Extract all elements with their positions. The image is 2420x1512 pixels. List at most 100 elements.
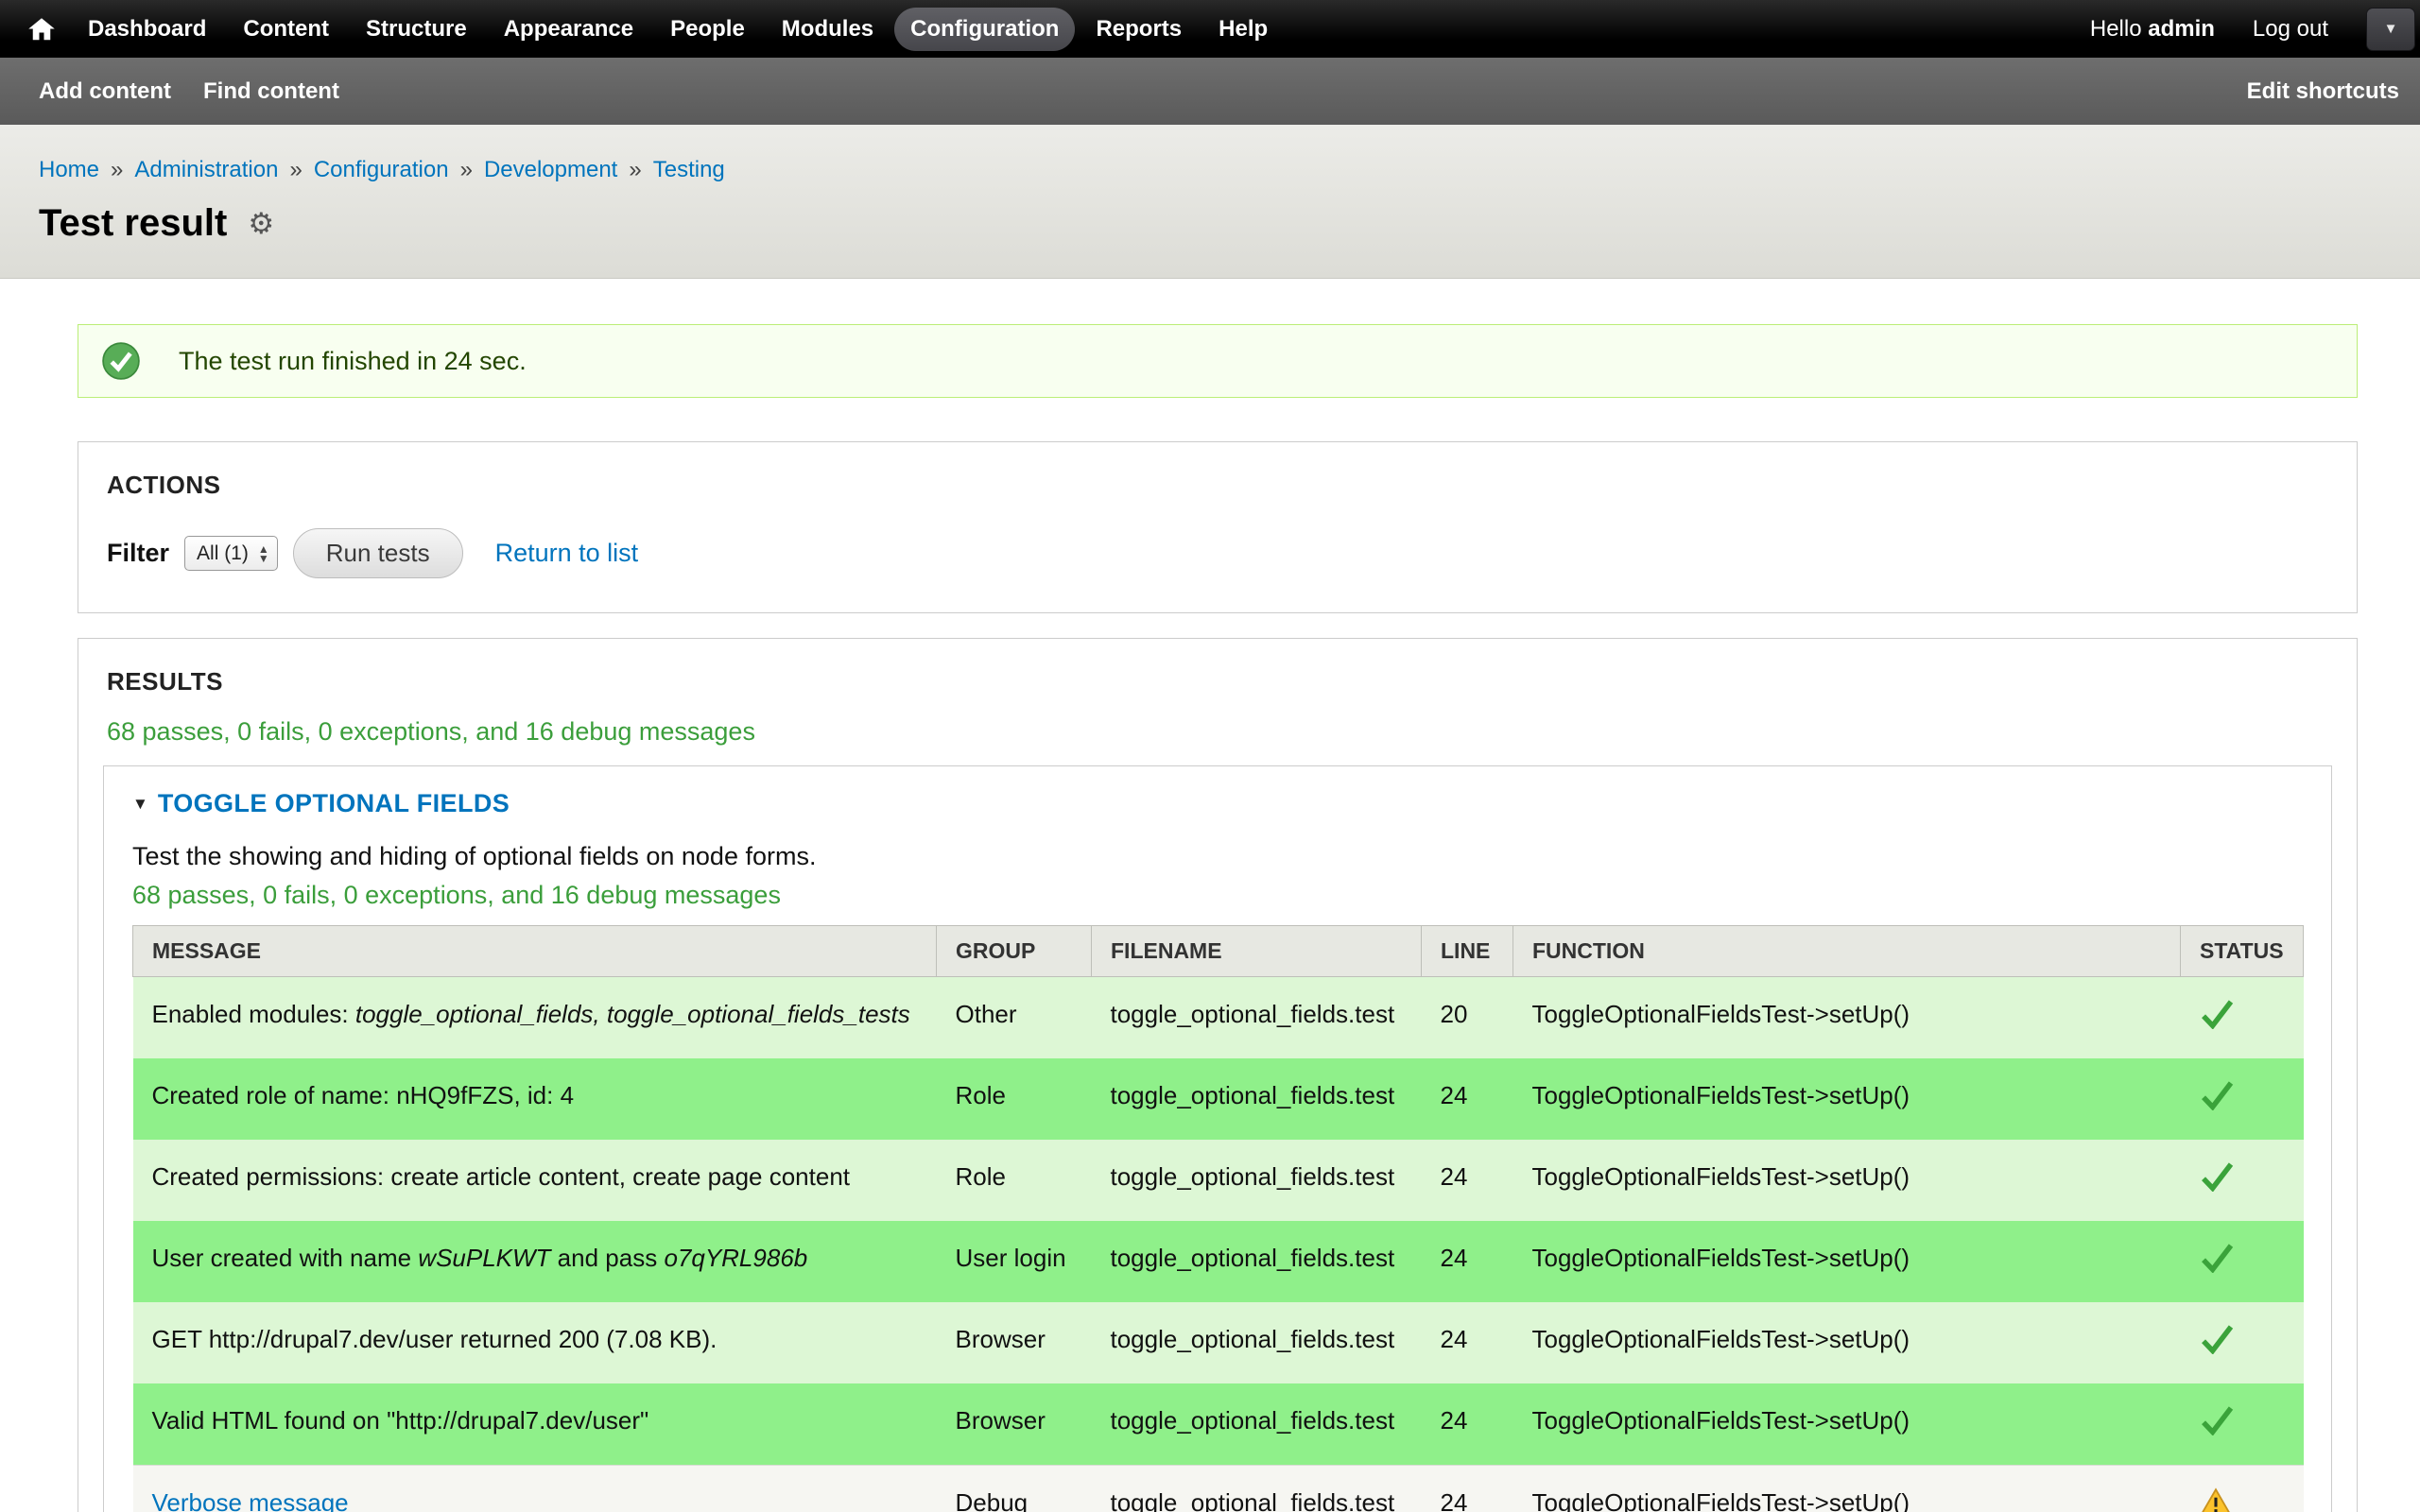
cell-line: 24 (1422, 1058, 1513, 1140)
cell-filename: toggle_optional_fields.test (1092, 1221, 1422, 1302)
verbose-message-link[interactable]: Verbose message (152, 1488, 349, 1512)
actions-legend: ACTIONS (78, 442, 2357, 500)
toolbar-item-configuration[interactable]: Configuration (894, 8, 1075, 51)
toolbar-account-area: Hello admin Log out ▼ (2090, 8, 2420, 51)
status-message-text: The test run finished in 24 sec. (179, 347, 527, 376)
cell-status (2181, 977, 2304, 1059)
toolbar-item-help[interactable]: Help (1202, 8, 1284, 51)
breadcrumb-link-testing[interactable]: Testing (653, 157, 725, 182)
toolbar-item-appearance[interactable]: Appearance (488, 8, 649, 51)
cell-group: Other (937, 977, 1092, 1059)
check-icon (2200, 1324, 2235, 1354)
return-to-list-link[interactable]: Return to list (495, 539, 639, 568)
cell-line: 24 (1422, 1466, 1513, 1512)
cell-filename: toggle_optional_fields.test (1092, 1302, 1422, 1383)
main-content: The test run finished in 24 sec. ACTIONS… (0, 279, 2420, 1512)
cell-line: 24 (1422, 1302, 1513, 1383)
message-emphasis: o7qYRL986b (664, 1244, 807, 1272)
message-text: and pass (550, 1244, 664, 1272)
shortcut-item-find-content[interactable]: Find content (203, 78, 339, 105)
filter-select[interactable]: All (1) ▲▼ (184, 536, 278, 571)
cell-line: 24 (1422, 1140, 1513, 1221)
toolbar-menu: DashboardContentStructureAppearancePeopl… (72, 8, 1284, 51)
breadcrumb-link-configuration[interactable]: Configuration (314, 157, 449, 182)
edit-shortcuts-link[interactable]: Edit shortcuts (2247, 78, 2399, 105)
table-row: GET http://drupal7.dev/user returned 200… (133, 1302, 2304, 1383)
results-legend: RESULTS (78, 639, 2357, 696)
page-title-row: Test result ⚙ (39, 202, 2381, 245)
table-row: Verbose messageDebugtoggle_optional_fiel… (133, 1466, 2304, 1512)
check-icon (2200, 1161, 2235, 1192)
actions-row: Filter All (1) ▲▼ Run tests Return to li… (107, 528, 2328, 578)
cell-filename: toggle_optional_fields.test (1092, 977, 1422, 1059)
table-row: Created permissions: create article cont… (133, 1140, 2304, 1221)
toolbar-item-structure[interactable]: Structure (350, 8, 483, 51)
cell-status (2181, 1466, 2304, 1512)
breadcrumb-link-home[interactable]: Home (39, 157, 99, 182)
message-text: Created role of name: nHQ9fFZS, id: 4 (152, 1081, 575, 1109)
toolbar-item-people[interactable]: People (654, 8, 761, 51)
chevron-down-icon: ▼ (2384, 21, 2398, 37)
cell-message: Verbose message (133, 1466, 937, 1512)
group-summary: 68 passes, 0 fails, 0 exceptions, and 16… (132, 881, 2303, 910)
shortcut-items: Add content Find content (39, 78, 372, 105)
test-group-fieldset: ▼ TOGGLE OPTIONAL FIELDS Test the showin… (103, 765, 2332, 1512)
cell-status (2181, 1140, 2304, 1221)
check-icon (2200, 1080, 2235, 1110)
cell-function: ToggleOptionalFieldsTest->setUp() (1513, 977, 2181, 1059)
group-title-link[interactable]: TOGGLE OPTIONAL FIELDS (158, 789, 510, 818)
toolbar-item-content[interactable]: Content (227, 8, 345, 51)
message-text: Enabled modules: (152, 1000, 355, 1028)
cell-message: User created with name wSuPLKWT and pass… (133, 1221, 937, 1302)
results-table-body: Enabled modules: toggle_optional_fields,… (133, 977, 2304, 1512)
actions-box: ACTIONS Filter All (1) ▲▼ Run tests Retu… (78, 441, 2358, 613)
results-box: RESULTS 68 passes, 0 fails, 0 exceptions… (78, 638, 2358, 1512)
breadcrumb-separator: » (289, 157, 302, 182)
column-header-function: FUNCTION (1513, 926, 2181, 977)
warning-icon (2200, 1487, 2232, 1512)
message-text: Created permissions: create article cont… (152, 1162, 851, 1191)
cell-group: Debug (937, 1466, 1092, 1512)
toolbar-toggle-button[interactable]: ▼ (2366, 8, 2415, 51)
cell-filename: toggle_optional_fields.test (1092, 1383, 1422, 1466)
username: admin (2148, 16, 2215, 42)
logout-link[interactable]: Log out (2253, 16, 2328, 43)
cell-filename: toggle_optional_fields.test (1092, 1058, 1422, 1140)
column-header-message: MESSAGE (133, 926, 937, 977)
breadcrumb-separator: » (460, 157, 473, 182)
page-title: Test result (39, 202, 227, 245)
cell-message: Created role of name: nHQ9fFZS, id: 4 (133, 1058, 937, 1140)
cell-group: User login (937, 1221, 1092, 1302)
cell-group: Browser (937, 1383, 1092, 1466)
cell-message: Created permissions: create article cont… (133, 1140, 937, 1221)
run-tests-button[interactable]: Run tests (293, 528, 463, 578)
cell-group: Role (937, 1140, 1092, 1221)
admin-toolbar: DashboardContentStructureAppearancePeopl… (0, 0, 2420, 58)
cell-line: 24 (1422, 1383, 1513, 1466)
cell-function: ToggleOptionalFieldsTest->setUp() (1513, 1140, 2181, 1221)
message-emphasis: toggle_optional_fields, toggle_optional_… (355, 1000, 910, 1028)
toolbar-item-dashboard[interactable]: Dashboard (72, 8, 222, 51)
shortcut-item-add-content[interactable]: Add content (39, 78, 171, 105)
message-emphasis: wSuPLKWT (418, 1244, 550, 1272)
cell-status (2181, 1221, 2304, 1302)
toolbar-item-modules[interactable]: Modules (766, 8, 890, 51)
cell-line: 24 (1422, 1221, 1513, 1302)
message-text: Valid HTML found on "http://drupal7.dev/… (152, 1406, 649, 1435)
breadcrumb-link-development[interactable]: Development (484, 157, 617, 182)
message-text: GET http://drupal7.dev/user returned 200… (152, 1325, 717, 1353)
cell-function: ToggleOptionalFieldsTest->setUp() (1513, 1466, 2181, 1512)
breadcrumb-link-administration[interactable]: Administration (134, 157, 278, 182)
check-icon (2200, 1405, 2235, 1435)
breadcrumb-separator: » (111, 157, 123, 182)
cell-function: ToggleOptionalFieldsTest->setUp() (1513, 1221, 2181, 1302)
cell-function: ToggleOptionalFieldsTest->setUp() (1513, 1058, 2181, 1140)
results-table: MESSAGEGROUPFILENAMELINEFUNCTIONSTATUS E… (132, 925, 2304, 1512)
shortcut-bar: Add content Find content Edit shortcuts (0, 58, 2420, 125)
toolbar-item-reports[interactable]: Reports (1080, 8, 1198, 51)
contextual-gear-icon[interactable]: ⚙ (248, 207, 274, 241)
select-arrows-icon: ▲▼ (258, 544, 269, 563)
home-icon[interactable] (17, 9, 66, 50)
branding-region: Home » Administration » Configuration » Develo… (0, 125, 2420, 279)
cell-message: GET http://drupal7.dev/user returned 200… (133, 1302, 937, 1383)
